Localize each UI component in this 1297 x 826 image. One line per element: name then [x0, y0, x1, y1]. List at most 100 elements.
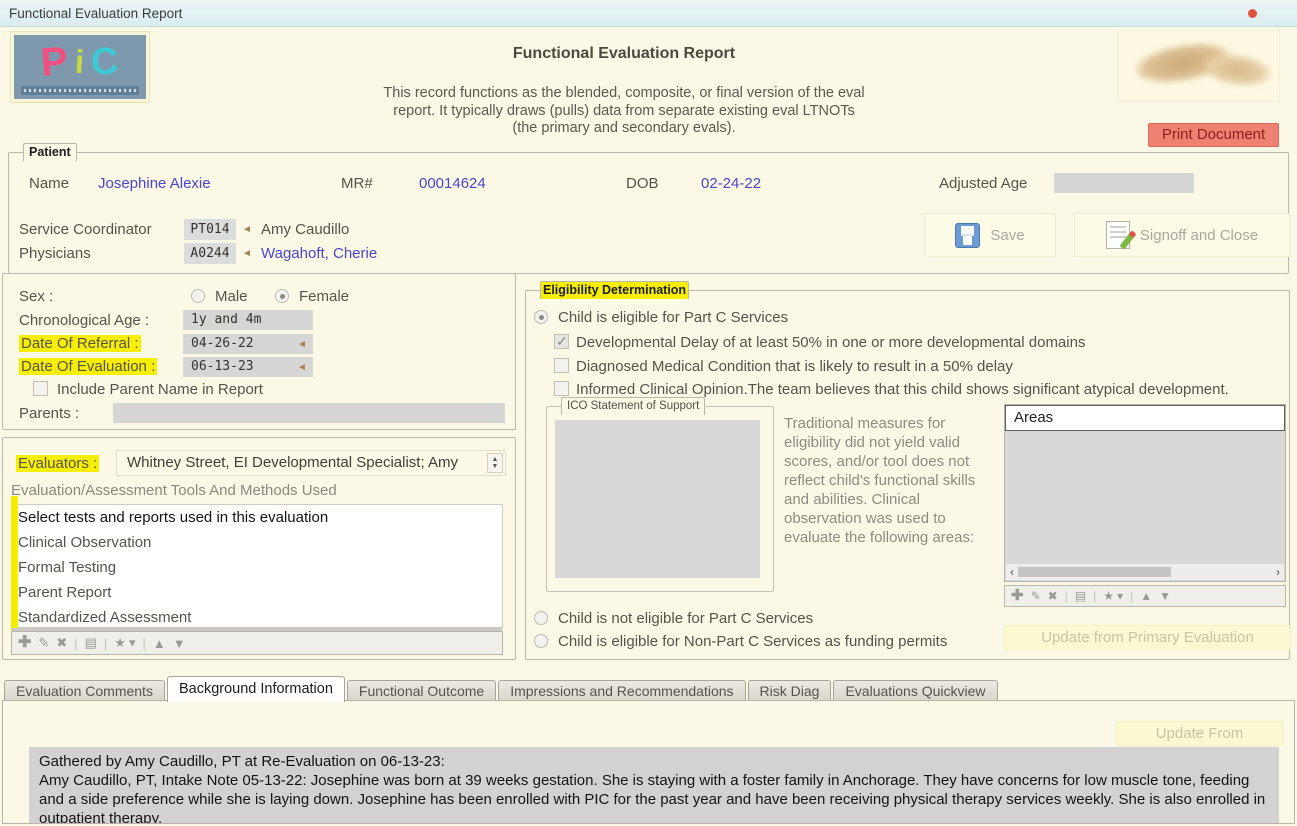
- tools-listbox[interactable]: Select tests and reports used in this ev…: [11, 504, 503, 628]
- areas-header: Areas: [1005, 405, 1285, 431]
- add-icon[interactable]: ✚: [18, 638, 31, 648]
- toolbar-separator: |: [1130, 589, 1133, 603]
- non-part-c-radio[interactable]: [534, 634, 548, 648]
- move-up-icon[interactable]: ▲: [1140, 589, 1152, 603]
- edit-icon[interactable]: ✎: [38, 635, 49, 651]
- favorites-caret-icon[interactable]: ▾: [129, 635, 136, 651]
- sex-male-label[interactable]: Male: [215, 288, 248, 305]
- hands-photo: [1118, 30, 1280, 102]
- paste-icon[interactable]: ▤: [85, 635, 97, 651]
- evaluators-value: Whitney Street, EI Developmental Special…: [127, 454, 458, 471]
- paste-icon[interactable]: ▤: [1075, 589, 1086, 603]
- toolbar-separator: |: [142, 636, 145, 651]
- eligibility-section: Eligibility Determination Child is eligi…: [525, 290, 1290, 660]
- developmental-delay-label[interactable]: Developmental Delay of at least 50% in o…: [576, 334, 1085, 351]
- background-information-textarea[interactable]: Gathered by Amy Caudillo, PT at Re-Evalu…: [29, 747, 1279, 823]
- signoff-and-close-button[interactable]: Signoff and Close: [1074, 213, 1290, 257]
- tab-risk-diag[interactable]: Risk Diag: [748, 680, 832, 702]
- physician-code-input[interactable]: A0244: [184, 243, 236, 264]
- delete-icon[interactable]: ✖: [1048, 589, 1058, 603]
- tab-background-information[interactable]: Background Information: [167, 676, 345, 702]
- parents-label: Parents :: [19, 405, 79, 422]
- include-parent-name-checkbox[interactable]: [33, 381, 48, 396]
- patient-name-value[interactable]: Josephine Alexie: [98, 175, 211, 192]
- delete-icon[interactable]: ✖: [56, 635, 67, 651]
- not-eligible-radio[interactable]: [534, 611, 548, 625]
- toolbar-separator: |: [104, 636, 107, 651]
- evaluators-panel: Evaluators : Whitney Street, EI Developm…: [2, 437, 516, 660]
- favorites-icon[interactable]: ★: [114, 635, 126, 651]
- evaluation-date-picker-icon[interactable]: ◄: [297, 362, 307, 373]
- update-from-evaluations-button[interactable]: Update From Evaluation(s): [1116, 721, 1283, 746]
- service-coordinator-code-input[interactable]: PT014: [184, 219, 236, 240]
- date-of-evaluation-label: Date Of Evaluation :: [19, 358, 157, 375]
- diagnosed-condition-label[interactable]: Diagnosed Medical Condition that is like…: [576, 358, 1013, 375]
- parents-input[interactable]: [113, 403, 505, 423]
- eligible-part-c-radio[interactable]: [534, 310, 548, 324]
- non-part-c-label[interactable]: Child is eligible for Non-Part C Service…: [558, 633, 947, 650]
- toolbar-separator: |: [1093, 589, 1096, 603]
- scrollbar-thumb[interactable]: [1018, 567, 1171, 577]
- edit-icon[interactable]: ✎: [1031, 589, 1041, 603]
- update-from-primary-evaluation-button[interactable]: Update from Primary Evaluation: [1004, 625, 1291, 650]
- not-eligible-label[interactable]: Child is not eligible for Part C Service…: [558, 610, 813, 627]
- date-of-evaluation-input[interactable]: 06-13-23: [183, 357, 313, 377]
- eligible-part-c-label[interactable]: Child is eligible for Part C Services: [558, 309, 788, 326]
- patient-legend: Patient: [23, 143, 77, 161]
- referral-date-picker-icon[interactable]: ◄: [297, 339, 307, 350]
- physician-lookup-icon[interactable]: ◄: [242, 248, 252, 259]
- window-title: Functional Evaluation Report: [9, 6, 182, 21]
- dob-label: DOB: [626, 175, 659, 192]
- include-parent-name-label[interactable]: Include Parent Name in Report: [57, 381, 263, 398]
- tools-list-item[interactable]: Parent Report: [12, 580, 502, 605]
- developmental-delay-checkbox[interactable]: [554, 334, 569, 349]
- service-coordinator-label: Service Coordinator: [19, 221, 152, 238]
- evaluators-label: Evaluators :: [16, 455, 99, 472]
- favorites-caret-icon[interactable]: ▾: [1117, 589, 1123, 603]
- move-down-icon[interactable]: ▼: [173, 636, 186, 651]
- mr-value[interactable]: 00014624: [419, 175, 486, 192]
- favorites-icon[interactable]: ★: [1103, 589, 1114, 603]
- evaluators-spinner[interactable]: ▲ ▼: [487, 453, 503, 473]
- name-label: Name: [29, 175, 69, 192]
- sex-female-label[interactable]: Female: [299, 288, 349, 305]
- pic-logo-image: P i C: [14, 35, 146, 99]
- save-button[interactable]: Save: [924, 213, 1056, 257]
- tab-evaluations-quickview[interactable]: Evaluations Quickview: [833, 680, 997, 702]
- areas-panel[interactable]: Areas ‹ ›: [1004, 404, 1286, 582]
- adjusted-age-input[interactable]: [1054, 173, 1194, 193]
- logo-letter-p: P: [40, 39, 70, 86]
- spinner-up-icon[interactable]: ▲: [492, 456, 499, 463]
- tools-list-item[interactable]: Standardized Assessment: [12, 605, 502, 630]
- informed-clinical-opinion-label[interactable]: Informed Clinical Opinion.The team belie…: [576, 381, 1229, 398]
- logo-letter-i: i: [74, 43, 85, 81]
- date-of-referral-input[interactable]: 04-26-22: [183, 334, 313, 354]
- tab-evaluation-comments[interactable]: Evaluation Comments: [4, 680, 165, 702]
- description-line: report. It typically draws (pulls) data …: [324, 103, 924, 121]
- tools-list-item[interactable]: Clinical Observation: [12, 530, 502, 555]
- move-down-icon[interactable]: ▼: [1159, 589, 1171, 603]
- print-document-button[interactable]: Print Document: [1148, 123, 1279, 147]
- scroll-right-icon[interactable]: ›: [1276, 565, 1280, 579]
- tab-functional-outcome[interactable]: Functional Outcome: [347, 680, 496, 702]
- dob-value[interactable]: 02-24-22: [701, 175, 761, 192]
- move-up-icon[interactable]: ▲: [153, 636, 166, 651]
- spinner-down-icon[interactable]: ▼: [492, 463, 499, 470]
- tools-list-header[interactable]: Select tests and reports used in this ev…: [12, 505, 502, 530]
- informed-clinical-opinion-checkbox[interactable]: [554, 381, 569, 396]
- logo-letter-c: C: [90, 40, 120, 84]
- service-coordinator-lookup-icon[interactable]: ◄: [242, 224, 252, 235]
- areas-hscrollbar[interactable]: ‹ ›: [1006, 564, 1284, 580]
- areas-toolbar: ✚ ✎ ✖ | ▤ | ★ ▾ | ▲ ▼: [1004, 585, 1286, 607]
- scroll-left-icon[interactable]: ‹: [1010, 565, 1014, 579]
- sex-male-radio[interactable]: [191, 289, 205, 303]
- add-icon[interactable]: ✚: [1011, 591, 1024, 601]
- tools-list-item[interactable]: Formal Testing: [12, 555, 502, 580]
- evaluators-combobox[interactable]: Whitney Street, EI Developmental Special…: [116, 450, 506, 476]
- tab-impressions-recommendations[interactable]: Impressions and Recommendations: [498, 680, 745, 702]
- diagnosed-condition-checkbox[interactable]: [554, 358, 569, 373]
- ico-statement-textarea[interactable]: [555, 420, 760, 578]
- tools-label: Evaluation/Assessment Tools And Methods …: [11, 482, 337, 499]
- physician-name[interactable]: Wagahoft, Cherie: [261, 245, 377, 262]
- sex-female-radio[interactable]: [275, 289, 289, 303]
